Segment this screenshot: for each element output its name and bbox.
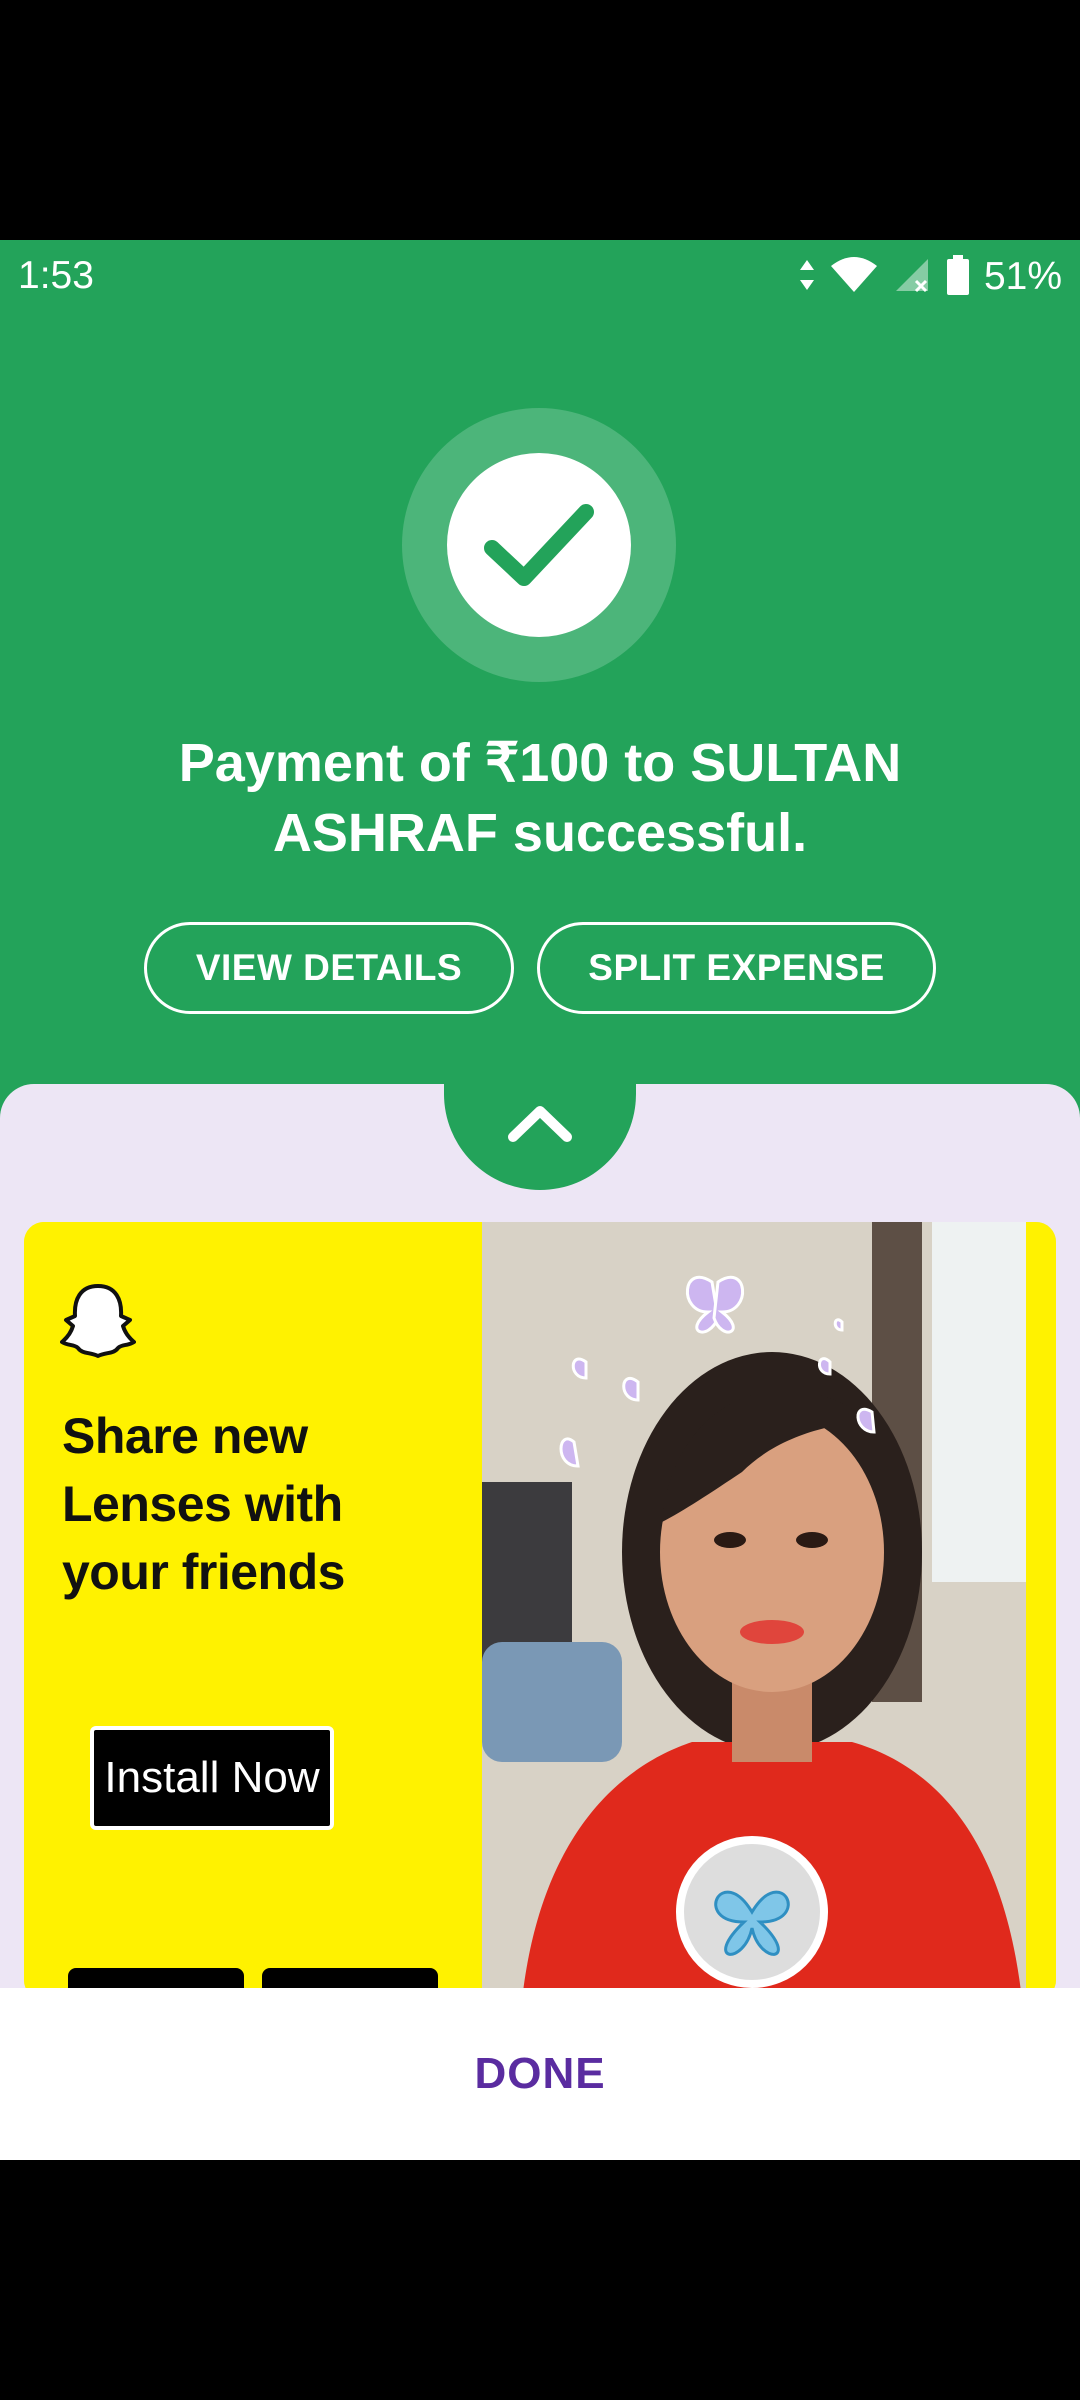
wifi-icon [830,256,878,299]
woman-with-butterfly-lens-illustration [522,1275,1022,2000]
status-icons: 51% [798,252,1062,302]
done-button[interactable]: DONE [0,1988,1080,2160]
ad-right-border [1026,1222,1056,2000]
snapchat-ad-banner[interactable]: Share new Lenses with your friends Insta… [24,1222,1056,2000]
snapchat-ghost-icon [60,1282,136,1365]
done-label: DONE [474,2049,606,2098]
split-expense-button[interactable]: SPLIT EXPENSE [537,922,936,1014]
success-header [0,240,1080,1200]
ad-lens-photo [482,1222,1056,2000]
ad-headline: Share new Lenses with your friends [62,1408,345,1600]
status-bar: 1:53 51% [0,240,1080,316]
cellular-no-signal-icon [892,255,932,300]
payment-success-message: Payment of ₹100 to SULTAN ASHRAF success… [178,733,902,863]
check-icon [447,453,631,637]
top-screen-border [0,0,1080,240]
battery-percent: 51% [983,255,1062,298]
bottom-screen-border [0,2160,1080,2400]
data-arrows-icon [798,258,816,297]
ad-text-panel: Share new Lenses with your friends Insta… [24,1222,482,2000]
battery-icon [946,254,970,300]
view-details-button[interactable]: VIEW DETAILS [144,922,514,1014]
install-now-button[interactable]: Install Now [90,1726,334,1830]
status-time: 1:53 [18,254,94,297]
chevron-up-icon [507,1103,573,1148]
